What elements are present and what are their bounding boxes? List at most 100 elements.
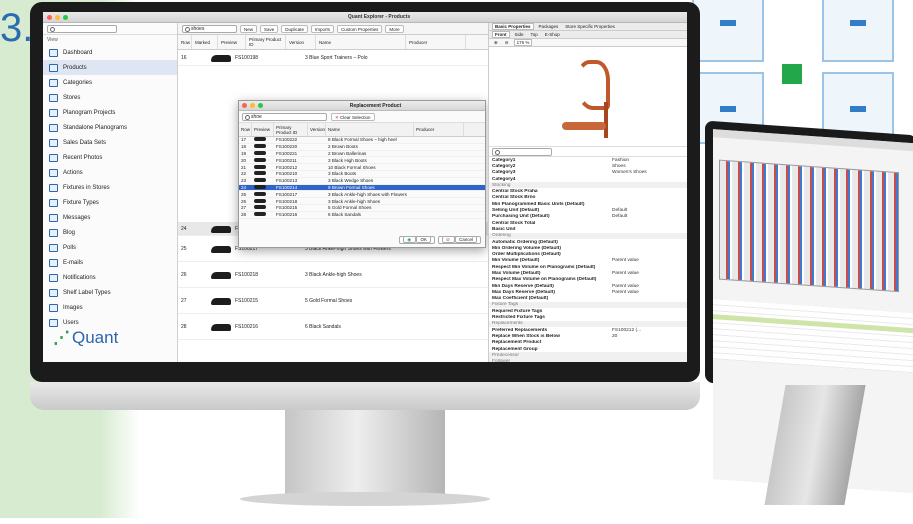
sidebar-item-dashboard[interactable]: Dashboard bbox=[43, 45, 177, 60]
table-row[interactable]: 28 FS100216 6 Black Sandals bbox=[178, 314, 488, 340]
property-row[interactable]: Max Volume (Default) Parent value bbox=[489, 270, 687, 276]
sidebar-item-polls[interactable]: Polls bbox=[43, 240, 177, 255]
imports-button[interactable]: Imports bbox=[311, 24, 335, 33]
dialog-row[interactable]: 27 FS100215 5 Gold Formal Shoes bbox=[239, 205, 485, 212]
col-version[interactable]: Version bbox=[286, 35, 316, 49]
ok-button[interactable]: ◉ OK bbox=[399, 236, 435, 244]
table-row[interactable]: 26 FS100218 3 Black Ankle-high Shoes bbox=[178, 262, 488, 288]
maximize-icon[interactable] bbox=[63, 14, 68, 20]
cell-row: 18 bbox=[241, 144, 247, 150]
zoom-level[interactable]: 176 % bbox=[513, 39, 533, 46]
tab-packages[interactable]: Packages bbox=[537, 24, 561, 29]
tab-basic-properties[interactable]: Basic Properties bbox=[492, 23, 534, 30]
dialog-row[interactable]: 26 FS100218 3 Black Ankle-high Shoes bbox=[239, 198, 485, 205]
cell-product-id: FS100211 bbox=[276, 157, 297, 163]
sidebar-item-fixtures-in-stores[interactable]: Fixtures in Stores bbox=[43, 180, 177, 195]
property-row[interactable]: Replace When Stock is Below 20 bbox=[489, 333, 687, 339]
sidebar-item-messages[interactable]: Messages bbox=[43, 210, 177, 225]
sidebar-item-blog[interactable]: Blog bbox=[43, 225, 177, 240]
dcol-version[interactable]: Version bbox=[308, 123, 326, 136]
minimize-icon[interactable] bbox=[55, 14, 60, 20]
col-preview[interactable]: Preview bbox=[218, 35, 246, 49]
tab-side[interactable]: Side bbox=[513, 32, 526, 37]
sidebar-item-e-mails[interactable]: E-mails bbox=[43, 255, 177, 270]
close-icon[interactable] bbox=[47, 14, 52, 20]
property-row[interactable]: Category2 Shoes bbox=[489, 163, 687, 169]
cell-name: 3 Black Wedge Shoes bbox=[328, 178, 374, 184]
dcol-producer[interactable]: Producer bbox=[414, 123, 464, 136]
dcol-product-id[interactable]: Primary Product ID bbox=[274, 123, 308, 136]
table-row[interactable]: 16 FS100198 3 Blue Sport Trainers – Polo bbox=[178, 50, 488, 66]
dcol-preview[interactable]: Preview bbox=[252, 123, 274, 136]
dialog-row[interactable]: 21 FS100212 10 Black Formal Shoes bbox=[239, 164, 485, 171]
property-search-input[interactable] bbox=[492, 148, 552, 156]
dcol-row[interactable]: Row bbox=[239, 123, 252, 136]
table-row[interactable]: 27 FS100215 5 Gold Formal Shoes bbox=[178, 288, 488, 314]
sidebar-item-standalone-planograms[interactable]: Standalone Planograms bbox=[43, 120, 177, 135]
property-key: Category1 bbox=[492, 157, 516, 163]
property-row[interactable]: Purchasing Unit (Default) Default bbox=[489, 214, 687, 220]
cancel-button[interactable]: ⊘ Cancel bbox=[437, 236, 481, 244]
dialog-row[interactable]: 18 FS100220 2 Brown Boots bbox=[239, 144, 485, 151]
property-row[interactable]: Category3 Women's Shoes bbox=[489, 170, 687, 176]
sidebar-item-categories[interactable]: Categories bbox=[43, 75, 177, 90]
sidebar-item-shelf-label-types[interactable]: Shelf Label Types bbox=[43, 285, 177, 300]
property-value: FS100212 (... bbox=[612, 327, 642, 333]
col-product-id[interactable]: Primary Product ID bbox=[246, 35, 286, 49]
cell-name: 2 Brown Boots bbox=[328, 144, 358, 150]
dialog-row[interactable]: 19 FS100221 2 Brown Ballerinas bbox=[239, 150, 485, 158]
more-button[interactable]: More bbox=[385, 24, 404, 33]
sidebar-item-planogram-projects[interactable]: Planogram Projects bbox=[43, 105, 177, 120]
sidebar-item-images[interactable]: Images bbox=[43, 300, 177, 315]
dcol-name[interactable]: Name bbox=[326, 123, 414, 136]
property-row[interactable]: Preferred Replacements FS100212 (... bbox=[489, 327, 687, 333]
sidebar-item-sales-data-sets[interactable]: Sales Data Sets bbox=[43, 135, 177, 150]
property-row[interactable]: Max Days Reserve (Default) Parent value bbox=[489, 289, 687, 295]
zoom-in-icon[interactable]: ⊕ bbox=[492, 40, 500, 46]
sidebar-item-notifications[interactable]: Notifications bbox=[43, 270, 177, 285]
tab-front[interactable]: Front bbox=[492, 31, 510, 38]
product-search-input[interactable]: shoes bbox=[182, 24, 237, 33]
sidebar-item-fixture-types[interactable]: Fixture Types bbox=[43, 195, 177, 210]
tab-store-specific[interactable]: Store Specific Properties bbox=[563, 24, 617, 29]
zoom-bar: ⊕ ⊖ 176 % bbox=[489, 39, 687, 47]
property-row[interactable]: Selling Unit (Default) Default bbox=[489, 207, 687, 213]
sales-data-icon bbox=[49, 138, 58, 147]
zoom-out-icon[interactable]: ⊖ bbox=[503, 40, 511, 46]
dialog-search-input[interactable]: shoe bbox=[242, 112, 327, 121]
sidebar-item-label: E-mails bbox=[63, 259, 84, 266]
dialog-row[interactable]: 25 FS100217 3 Black Ankle-high Shoes with … bbox=[239, 191, 485, 199]
custom-properties-button[interactable]: Custom Properties bbox=[337, 24, 383, 33]
sidebar-item-recent-photos[interactable]: Recent Photos bbox=[43, 150, 177, 165]
save-button[interactable]: Save bbox=[260, 24, 279, 33]
property-row[interactable]: Follower bbox=[489, 358, 687, 362]
property-row[interactable]: Min Days Reserve (Default) Parent value bbox=[489, 283, 687, 289]
property-row[interactable]: Category1 Fashion bbox=[489, 157, 687, 163]
property-row[interactable]: Min Volume (Default) Parent value bbox=[489, 258, 687, 264]
dialog-row[interactable]: 28 FS100216 6 Black Sandals bbox=[239, 212, 485, 219]
dialog-row[interactable]: 24 FS100214 9 Brown Formal Shoes bbox=[239, 184, 485, 192]
col-row[interactable]: Row bbox=[178, 35, 192, 49]
dialog-maximize-icon[interactable] bbox=[258, 103, 263, 108]
col-producer[interactable]: Producer bbox=[406, 35, 466, 49]
clear-selection-button[interactable]: ✕ Clear Selection bbox=[331, 112, 375, 121]
dialog-row[interactable]: 17 FS100222 8 Black Formal Shoes – high he… bbox=[239, 137, 485, 144]
tab-eshop[interactable]: E-Shop bbox=[543, 32, 562, 37]
sidebar-item-stores[interactable]: Stores bbox=[43, 90, 177, 105]
dialog-row[interactable]: 22 FS100210 3 Black Boots bbox=[239, 171, 485, 178]
dialog-row[interactable]: 23 FS100213 3 Black Wedge Shoes bbox=[239, 178, 485, 185]
dialog-row[interactable]: 20 FS100211 3 Black High Boots bbox=[239, 157, 485, 165]
product-thumbnail bbox=[254, 157, 266, 162]
dialog-minimize-icon[interactable] bbox=[250, 103, 255, 108]
dialog-close-icon[interactable] bbox=[242, 103, 247, 108]
col-marked[interactable]: Marked bbox=[192, 35, 218, 49]
sidebar-item-actions[interactable]: Actions bbox=[43, 165, 177, 180]
cell-name: 3 Black Ankle-high Shoes bbox=[305, 271, 362, 278]
sidebar-search[interactable] bbox=[43, 23, 177, 35]
new-button[interactable]: New bbox=[240, 24, 258, 33]
sidebar-search-input[interactable] bbox=[47, 24, 117, 33]
sidebar-item-products[interactable]: Products bbox=[43, 60, 177, 75]
tab-top[interactable]: Top bbox=[529, 32, 540, 37]
duplicate-button[interactable]: Duplicate bbox=[281, 24, 309, 33]
col-name[interactable]: Name bbox=[316, 35, 406, 49]
